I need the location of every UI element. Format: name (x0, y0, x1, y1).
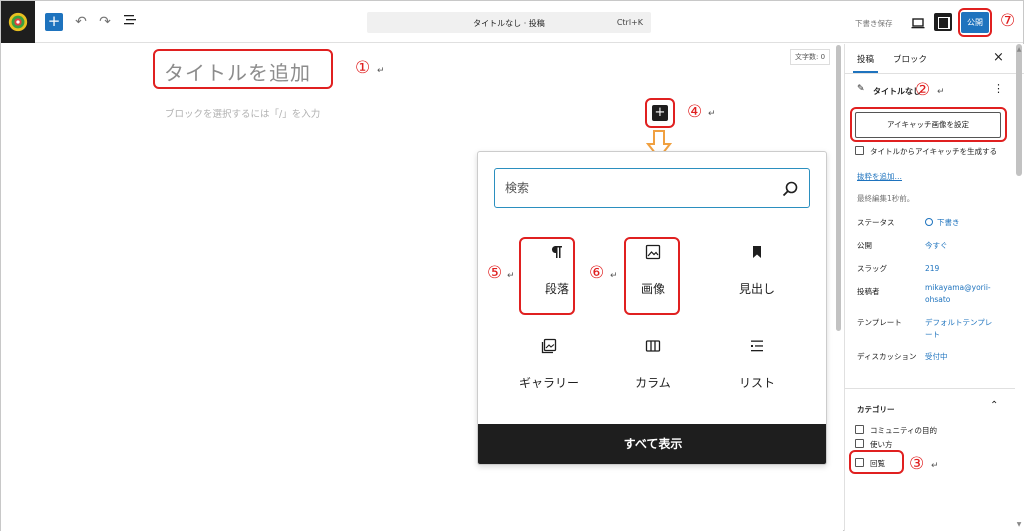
desktop-preview-icon (911, 18, 925, 29)
meta-value-discussion[interactable]: 受付中 (925, 351, 1015, 363)
meta-label-status: ステータス (857, 218, 895, 227)
annotation-box-1 (153, 49, 333, 89)
meta-label-author: 投稿者 (857, 287, 880, 296)
return-mark: ↵ (507, 271, 515, 281)
return-mark: ↵ (377, 66, 385, 76)
draft-status-icon (925, 218, 933, 226)
site-logo-icon (8, 12, 28, 32)
annotation-number-6: ⑥ (589, 263, 605, 283)
block-item-columns[interactable]: カラム (608, 330, 698, 406)
document-overview-button[interactable] (121, 13, 139, 31)
block-item-label: リスト (738, 376, 775, 390)
post-edit-icon: ✎ (857, 84, 865, 94)
category-row[interactable]: コミュニティの目的 (855, 425, 937, 436)
annotation-box-4 (645, 98, 675, 128)
settings-sidebar-toggle[interactable] (934, 13, 952, 31)
meta-label-template: テンプレート (857, 318, 902, 327)
site-logo-button[interactable] (1, 1, 35, 43)
category-row[interactable]: 使い方 (855, 439, 893, 450)
search-icon (782, 181, 798, 197)
annotation-box-7 (958, 8, 992, 37)
block-item-label: カラム (635, 376, 671, 390)
annotation-box-6 (624, 237, 680, 315)
sidebar-scrollbar[interactable] (1016, 44, 1022, 176)
checkbox[interactable] (855, 146, 864, 155)
redo-icon: ↷ (99, 14, 111, 30)
block-search-input[interactable] (505, 178, 765, 198)
annotation-box-3 (849, 450, 904, 474)
paragraph-block-placeholder[interactable]: ブロックを選択するには「/」を入力 (165, 106, 320, 120)
categories-panel-title[interactable]: カテゴリー (857, 404, 895, 415)
top-toolbar: + ↶ ↷ タイトルなし · 投稿 Ctrl+K 下書き保存 公開 ⑦ (1, 1, 1023, 43)
undo-button[interactable]: ↶ (72, 13, 90, 31)
sidebar-tabs: 投稿 ブロック × (845, 44, 1024, 74)
return-mark: ↵ (708, 109, 716, 119)
block-search-box (494, 168, 810, 208)
annotation-box-2 (850, 107, 1007, 142)
tab-block[interactable]: ブロック (893, 53, 927, 65)
gallery-icon (504, 338, 594, 358)
meta-value-publish[interactable]: 今すぐ (925, 240, 1015, 252)
close-sidebar-button[interactable]: × (993, 50, 1004, 65)
redo-button[interactable]: ↷ (96, 13, 114, 31)
add-excerpt-link[interactable]: 抜粋を追加… (857, 171, 902, 182)
block-item-list[interactable]: リスト (712, 330, 802, 406)
save-draft-button[interactable]: 下書き保存 (855, 18, 893, 29)
block-item-gallery[interactable]: ギャラリー (504, 330, 594, 406)
meta-label-discussion: ディスカッション (857, 352, 917, 361)
list-view-icon (123, 15, 136, 25)
annotation-box-5 (519, 237, 575, 315)
block-inserter-toggle-button[interactable]: + (45, 13, 63, 31)
meta-value-slug[interactable]: 219 (925, 263, 1015, 275)
meta-value-status[interactable]: 下書き (925, 217, 1015, 229)
canvas-scrollbar[interactable] (836, 45, 841, 331)
settings-sidebar: 投稿 ブロック × ✎ タイトルなし ⋮ ② ↵ アイキャッチ画像を設定 タイト… (844, 44, 1024, 531)
last-edited-text: 最終編集1秒前。 (857, 194, 915, 203)
more-options-button[interactable]: ⋮ (993, 82, 1004, 95)
checkbox-label: タイトルからアイキャッチを生成する (870, 147, 998, 156)
more-vertical-icon: ⋮ (993, 82, 1004, 95)
annotation-number-5: ⑤ (487, 263, 503, 283)
command-bar-shortcut: Ctrl+K (616, 18, 643, 27)
plus-icon: + (47, 12, 61, 30)
command-bar-title: タイトルなし · 投稿 (473, 19, 545, 28)
undo-icon: ↶ (75, 14, 87, 30)
meta-label-publish: 公開 (857, 241, 872, 250)
columns-icon (608, 338, 698, 358)
word-count-badge: 文字数: 0 (790, 49, 831, 65)
meta-value-status-text: 下書き (937, 218, 960, 227)
scroll-down-icon[interactable]: ▼ (1016, 521, 1022, 528)
heading-icon (712, 244, 802, 264)
category-label: 使い方 (870, 440, 893, 449)
annotation-number-7: ⑦ (1000, 11, 1016, 31)
meta-label-slug: スラッグ (857, 264, 887, 273)
checkbox[interactable] (855, 439, 864, 448)
scroll-up-icon[interactable]: ▲ (1016, 46, 1022, 53)
return-mark: ↵ (937, 87, 945, 97)
annotation-number-1: ① (355, 58, 371, 78)
block-item-label: ギャラリー (518, 376, 579, 390)
show-all-blocks-button[interactable]: すべて表示 (478, 424, 826, 464)
preview-button[interactable] (911, 15, 925, 29)
category-label: コミュニティの目的 (870, 426, 938, 435)
tab-post[interactable]: 投稿 (852, 53, 879, 73)
block-item-label: 見出し (738, 282, 775, 296)
editor-window: + ↶ ↷ タイトルなし · 投稿 Ctrl+K 下書き保存 公開 ⑦ 文字数:… (0, 0, 1024, 531)
annotation-number-3: ③ (909, 454, 925, 474)
meta-value-template[interactable]: デフォルトテンプレート (925, 317, 995, 341)
list-icon (712, 338, 802, 358)
close-icon: × (993, 50, 1004, 65)
return-mark: ↵ (931, 461, 939, 471)
meta-value-author[interactable]: mikayama@yorii-ohsato (925, 282, 995, 306)
sidebar-divider (845, 388, 1015, 389)
chevron-up-icon[interactable]: ⌃ (990, 400, 998, 411)
generate-featured-checkbox-row[interactable]: タイトルからアイキャッチを生成する (855, 146, 997, 157)
annotation-number-2: ② (915, 80, 931, 100)
block-item-heading[interactable]: 見出し (712, 236, 802, 312)
checkbox[interactable] (855, 425, 864, 434)
return-mark: ↵ (610, 271, 618, 281)
annotation-number-4: ④ (687, 102, 703, 122)
sidebar-post-title: タイトルなし (873, 87, 921, 96)
command-palette-bar[interactable]: タイトルなし · 投稿 Ctrl+K (367, 12, 651, 33)
